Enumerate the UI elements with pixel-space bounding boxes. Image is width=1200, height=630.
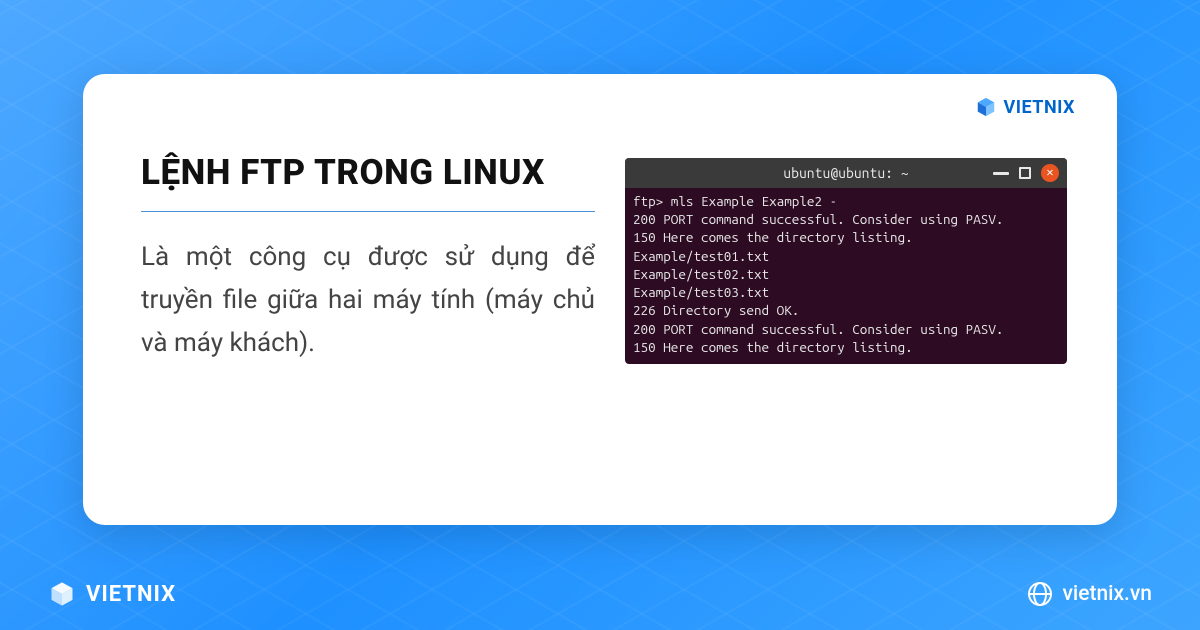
text-column: LỆNH FTP TRONG LINUX Là một công cụ được… [141, 152, 595, 365]
footer-brand-logo: VIETNIX [48, 580, 176, 608]
footer-bar: VIETNIX vietnix.vn [0, 566, 1200, 630]
content-card: VIETNIX LỆNH FTP TRONG LINUX Là một công… [83, 74, 1117, 525]
globe-icon [1028, 582, 1052, 606]
title-divider [141, 211, 595, 212]
terminal-title: ubuntu@ubuntu: ~ [783, 165, 908, 181]
footer-site-link[interactable]: vietnix.vn [1028, 582, 1152, 606]
terminal-window-controls: ✕ [993, 164, 1059, 182]
close-icon[interactable]: ✕ [1041, 164, 1059, 182]
card-brand-logo: VIETNIX [975, 96, 1075, 118]
description-text: Là một công cụ được sử dụng để truyền fi… [141, 236, 595, 365]
minimize-icon[interactable] [993, 172, 1009, 175]
content-row: LỆNH FTP TRONG LINUX Là một công cụ được… [141, 152, 1067, 365]
terminal-window: ubuntu@ubuntu: ~ ✕ ftp> mls Example Exam… [625, 158, 1067, 364]
page-title: LỆNH FTP TRONG LINUX [141, 152, 595, 193]
card-brand-text: VIETNIX [1003, 97, 1075, 118]
terminal-output: ftp> mls Example Example2 - 200 PORT com… [625, 188, 1067, 364]
maximize-icon[interactable] [1019, 167, 1031, 179]
footer-cube-icon [48, 580, 76, 608]
footer-brand-text: VIETNIX [86, 582, 176, 607]
terminal-titlebar: ubuntu@ubuntu: ~ ✕ [625, 158, 1067, 188]
footer-site-text: vietnix.vn [1062, 582, 1152, 606]
logo-cube-icon [975, 96, 997, 118]
